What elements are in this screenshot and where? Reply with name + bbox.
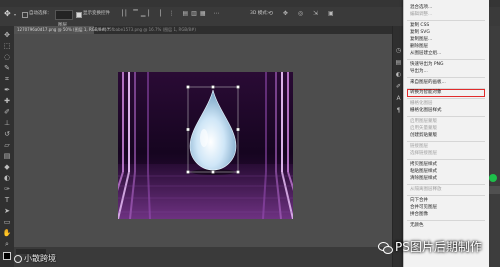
menu-separator: [407, 184, 485, 185]
menu-separator: [407, 141, 485, 142]
align-buttons[interactable]: ▕▏▔▁▏▕ ⋮ ▤▥▦ ⋯: [118, 10, 236, 18]
menu-item-clear-layer-style[interactable]: 清除图层样式: [410, 175, 437, 183]
menu-separator: [407, 20, 485, 21]
brand-watermark: PS图片后期制作: [378, 238, 482, 255]
layer-row-selected[interactable]: [488, 186, 500, 194]
menu-item-convert-to-smart-object[interactable]: 转换为智能对象: [410, 89, 442, 97]
gradient-tool-icon[interactable]: ▤: [2, 151, 12, 161]
auto-select-label: 自动选择：: [29, 11, 52, 16]
history-panel-icon[interactable]: ◷: [394, 46, 403, 55]
show-transform-label: 显示变换控件: [83, 11, 110, 16]
history-brush-tool-icon[interactable]: ↺: [2, 129, 12, 139]
menu-separator: [407, 98, 485, 99]
tools-panel: ✥ ⬚ ◌ ✎ ⌗ ✒ ✚ ✐ ⊥ ↺ ▱ ▤ ◆ ◐ ✑ T ➤ ▭ ✋ ⌕: [0, 26, 15, 267]
document-artwork: [118, 72, 293, 219]
menu-item-create-clipping-mask[interactable]: 创建剪贴蒙版: [410, 132, 437, 140]
menu-separator: [407, 159, 485, 160]
layer-thumb-highlight: [489, 174, 497, 182]
stamp-tool-icon[interactable]: ⊥: [2, 118, 12, 128]
auto-select-checkbox[interactable]: [22, 12, 28, 18]
drop-highlight: [200, 129, 208, 147]
menu-separator: [407, 220, 485, 221]
brush-tool-icon[interactable]: ✐: [2, 107, 12, 117]
auto-select-dropdown[interactable]: 图层: [55, 10, 73, 28]
menu-item-flatten-image[interactable]: 拼合图像: [410, 211, 428, 219]
menu-separator: [407, 59, 485, 60]
zoom-tool-icon[interactable]: ⌕: [2, 239, 12, 249]
menu-separator: [407, 77, 485, 78]
blur-tool-icon[interactable]: ◆: [2, 162, 12, 172]
source-watermark-icon: [14, 254, 22, 263]
source-watermark: 小散跨境: [14, 253, 56, 264]
tab-document-2-label: 5eb55fbabe1573.png @ 16.7% (图层 1, RGB/8#…: [99, 27, 196, 32]
document-tabs: 1270796a0d17.png @ 50% (图层 1, RGB/8#) * …: [14, 26, 394, 34]
menu-item-no-color[interactable]: 无颜色: [410, 222, 424, 230]
properties-panel-icon[interactable]: ▤: [394, 58, 403, 67]
crop-tool-icon[interactable]: ⌗: [2, 74, 12, 84]
brush-panel-icon[interactable]: ✐: [394, 82, 403, 91]
menu-separator: [407, 116, 485, 117]
eyedropper-tool-icon[interactable]: ✒: [2, 85, 12, 95]
type-tool-icon[interactable]: T: [2, 195, 12, 205]
lasso-tool-icon[interactable]: ◌: [2, 52, 12, 62]
dropdown-arrow-icon[interactable]: ▾: [14, 12, 16, 17]
dodge-tool-icon[interactable]: ◐: [2, 173, 12, 183]
hand-tool-icon[interactable]: ✋: [2, 228, 12, 238]
adjustments-panel-icon[interactable]: ◐: [394, 70, 403, 79]
menu-item-release-isolation[interactable]: 从隔离图层释放: [410, 186, 442, 194]
eraser-tool-icon[interactable]: ▱: [2, 140, 12, 150]
menu-item-select-linked-layers[interactable]: 选择链接图层: [410, 150, 437, 158]
menu-item-artboard-from-layers[interactable]: 来自图层的画板...: [410, 79, 446, 87]
tab-document-1[interactable]: 1270796a0d17.png @ 50% (图层 1, RGB/8#) *: [14, 26, 110, 34]
path-select-tool-icon[interactable]: ➤: [2, 206, 12, 216]
layer-context-menu: 混合选项... 编辑调整... 复制 CSS 复制 SVG 复制图层... 删除…: [403, 0, 489, 267]
move-tool-icon[interactable]: ✥: [4, 10, 12, 18]
show-transform-checkbox[interactable]: [76, 12, 82, 18]
marquee-tool-icon[interactable]: ⬚: [2, 41, 12, 51]
pen-tool-icon[interactable]: ✑: [2, 184, 12, 194]
healing-brush-tool-icon[interactable]: ✚: [2, 96, 12, 106]
brand-watermark-text: PS图片后期制作: [395, 240, 482, 254]
character-panel-icon[interactable]: A: [394, 94, 403, 103]
menu-item-group-from-layers[interactable]: 从图层建立组...: [410, 50, 441, 58]
foreground-color-swatch[interactable]: [3, 252, 11, 260]
document-canvas[interactable]: [118, 72, 293, 219]
tab-document-2[interactable]: 5eb55fbabe1573.png @ 16.7% (图层 1, RGB/8#…: [96, 26, 196, 34]
status-bar: [14, 247, 392, 267]
menu-item-edit-adjustment[interactable]: 编辑调整...: [410, 11, 432, 19]
wechat-icon: [378, 242, 393, 254]
menu-separator: [407, 195, 485, 196]
source-watermark-text: 小散跨境: [24, 254, 56, 263]
menu-item-export-as[interactable]: 导出为...: [410, 68, 428, 76]
move-tool-icon[interactable]: ✥: [2, 30, 12, 40]
mode-3d-buttons[interactable]: ⟲ ✥ ◎ ⇲ ▣: [268, 10, 334, 18]
paragraph-panel-icon[interactable]: ¶: [394, 106, 403, 115]
shape-tool-icon[interactable]: ▭: [2, 217, 12, 227]
quick-select-tool-icon[interactable]: ✎: [2, 63, 12, 73]
menu-item-rasterize-layer-style[interactable]: 栅格化图层样式: [410, 107, 442, 115]
